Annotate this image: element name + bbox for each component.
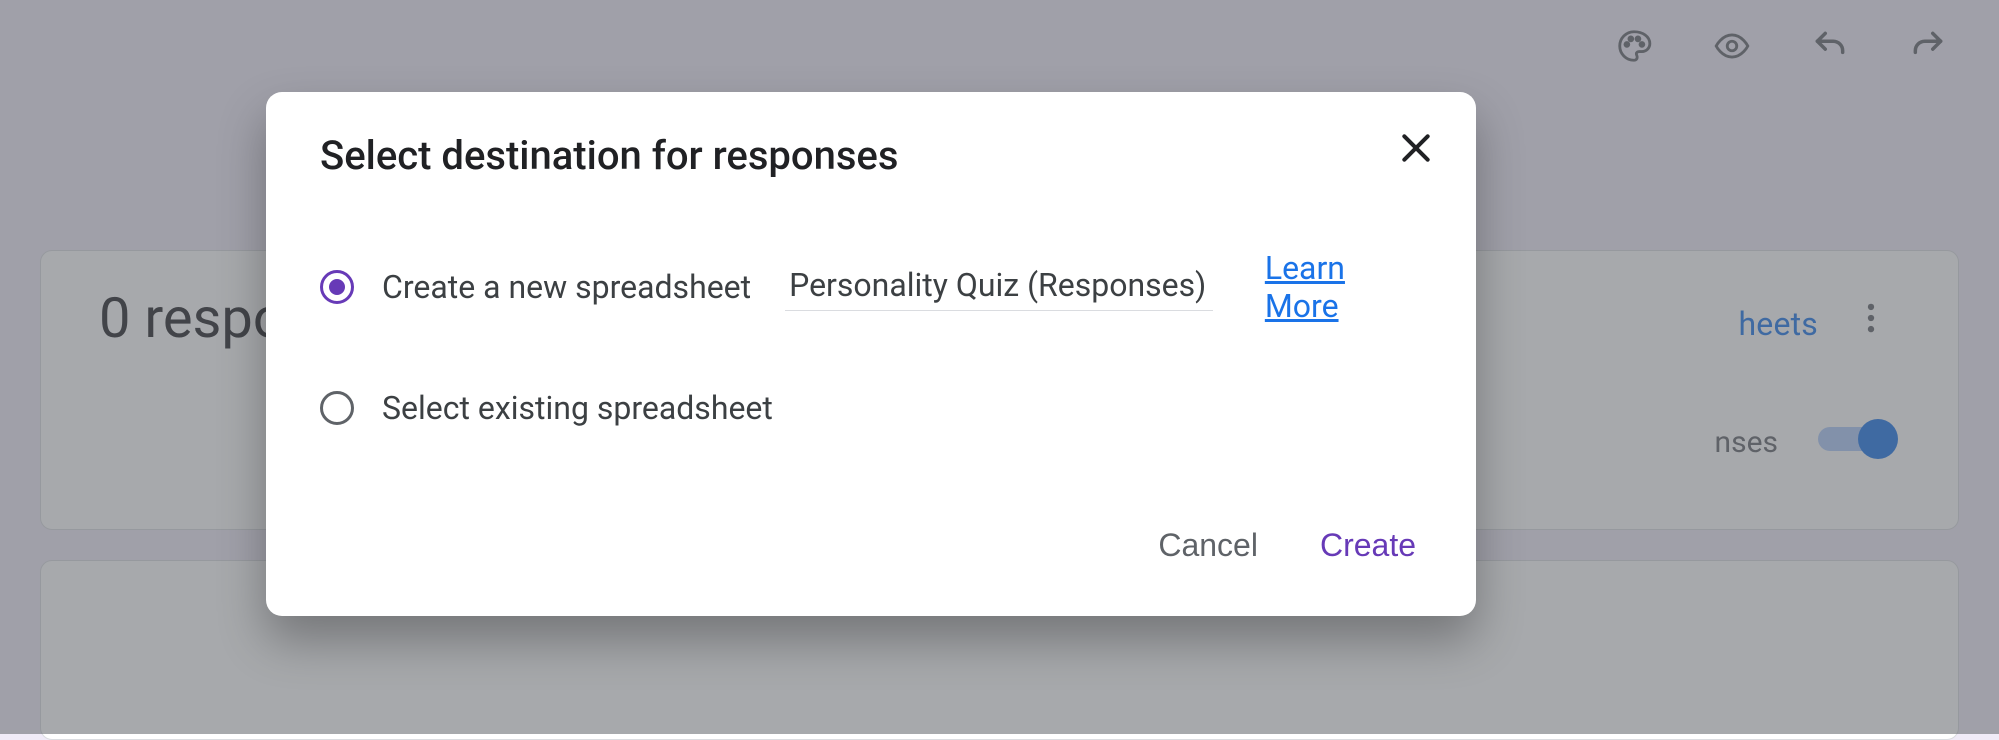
radio-select-existing[interactable] bbox=[320, 391, 354, 425]
create-button[interactable]: Create bbox=[1314, 523, 1422, 568]
option-create-label: Create a new spreadsheet bbox=[382, 268, 751, 306]
select-destination-dialog: Select destination for responses Create … bbox=[266, 92, 1476, 616]
option-existing-label: Select existing spreadsheet bbox=[382, 389, 773, 427]
dialog-title: Select destination for responses bbox=[320, 132, 1422, 179]
close-icon[interactable] bbox=[1396, 128, 1436, 168]
spreadsheet-name-input[interactable] bbox=[785, 264, 1213, 311]
radio-create-new[interactable] bbox=[320, 270, 354, 304]
learn-more-link[interactable]: Learn More bbox=[1265, 249, 1422, 325]
dialog-actions: Cancel Create bbox=[320, 523, 1422, 568]
option-create-new[interactable]: Create a new spreadsheet Learn More bbox=[320, 249, 1422, 325]
option-select-existing[interactable]: Select existing spreadsheet bbox=[320, 389, 1422, 427]
cancel-button[interactable]: Cancel bbox=[1152, 523, 1264, 568]
